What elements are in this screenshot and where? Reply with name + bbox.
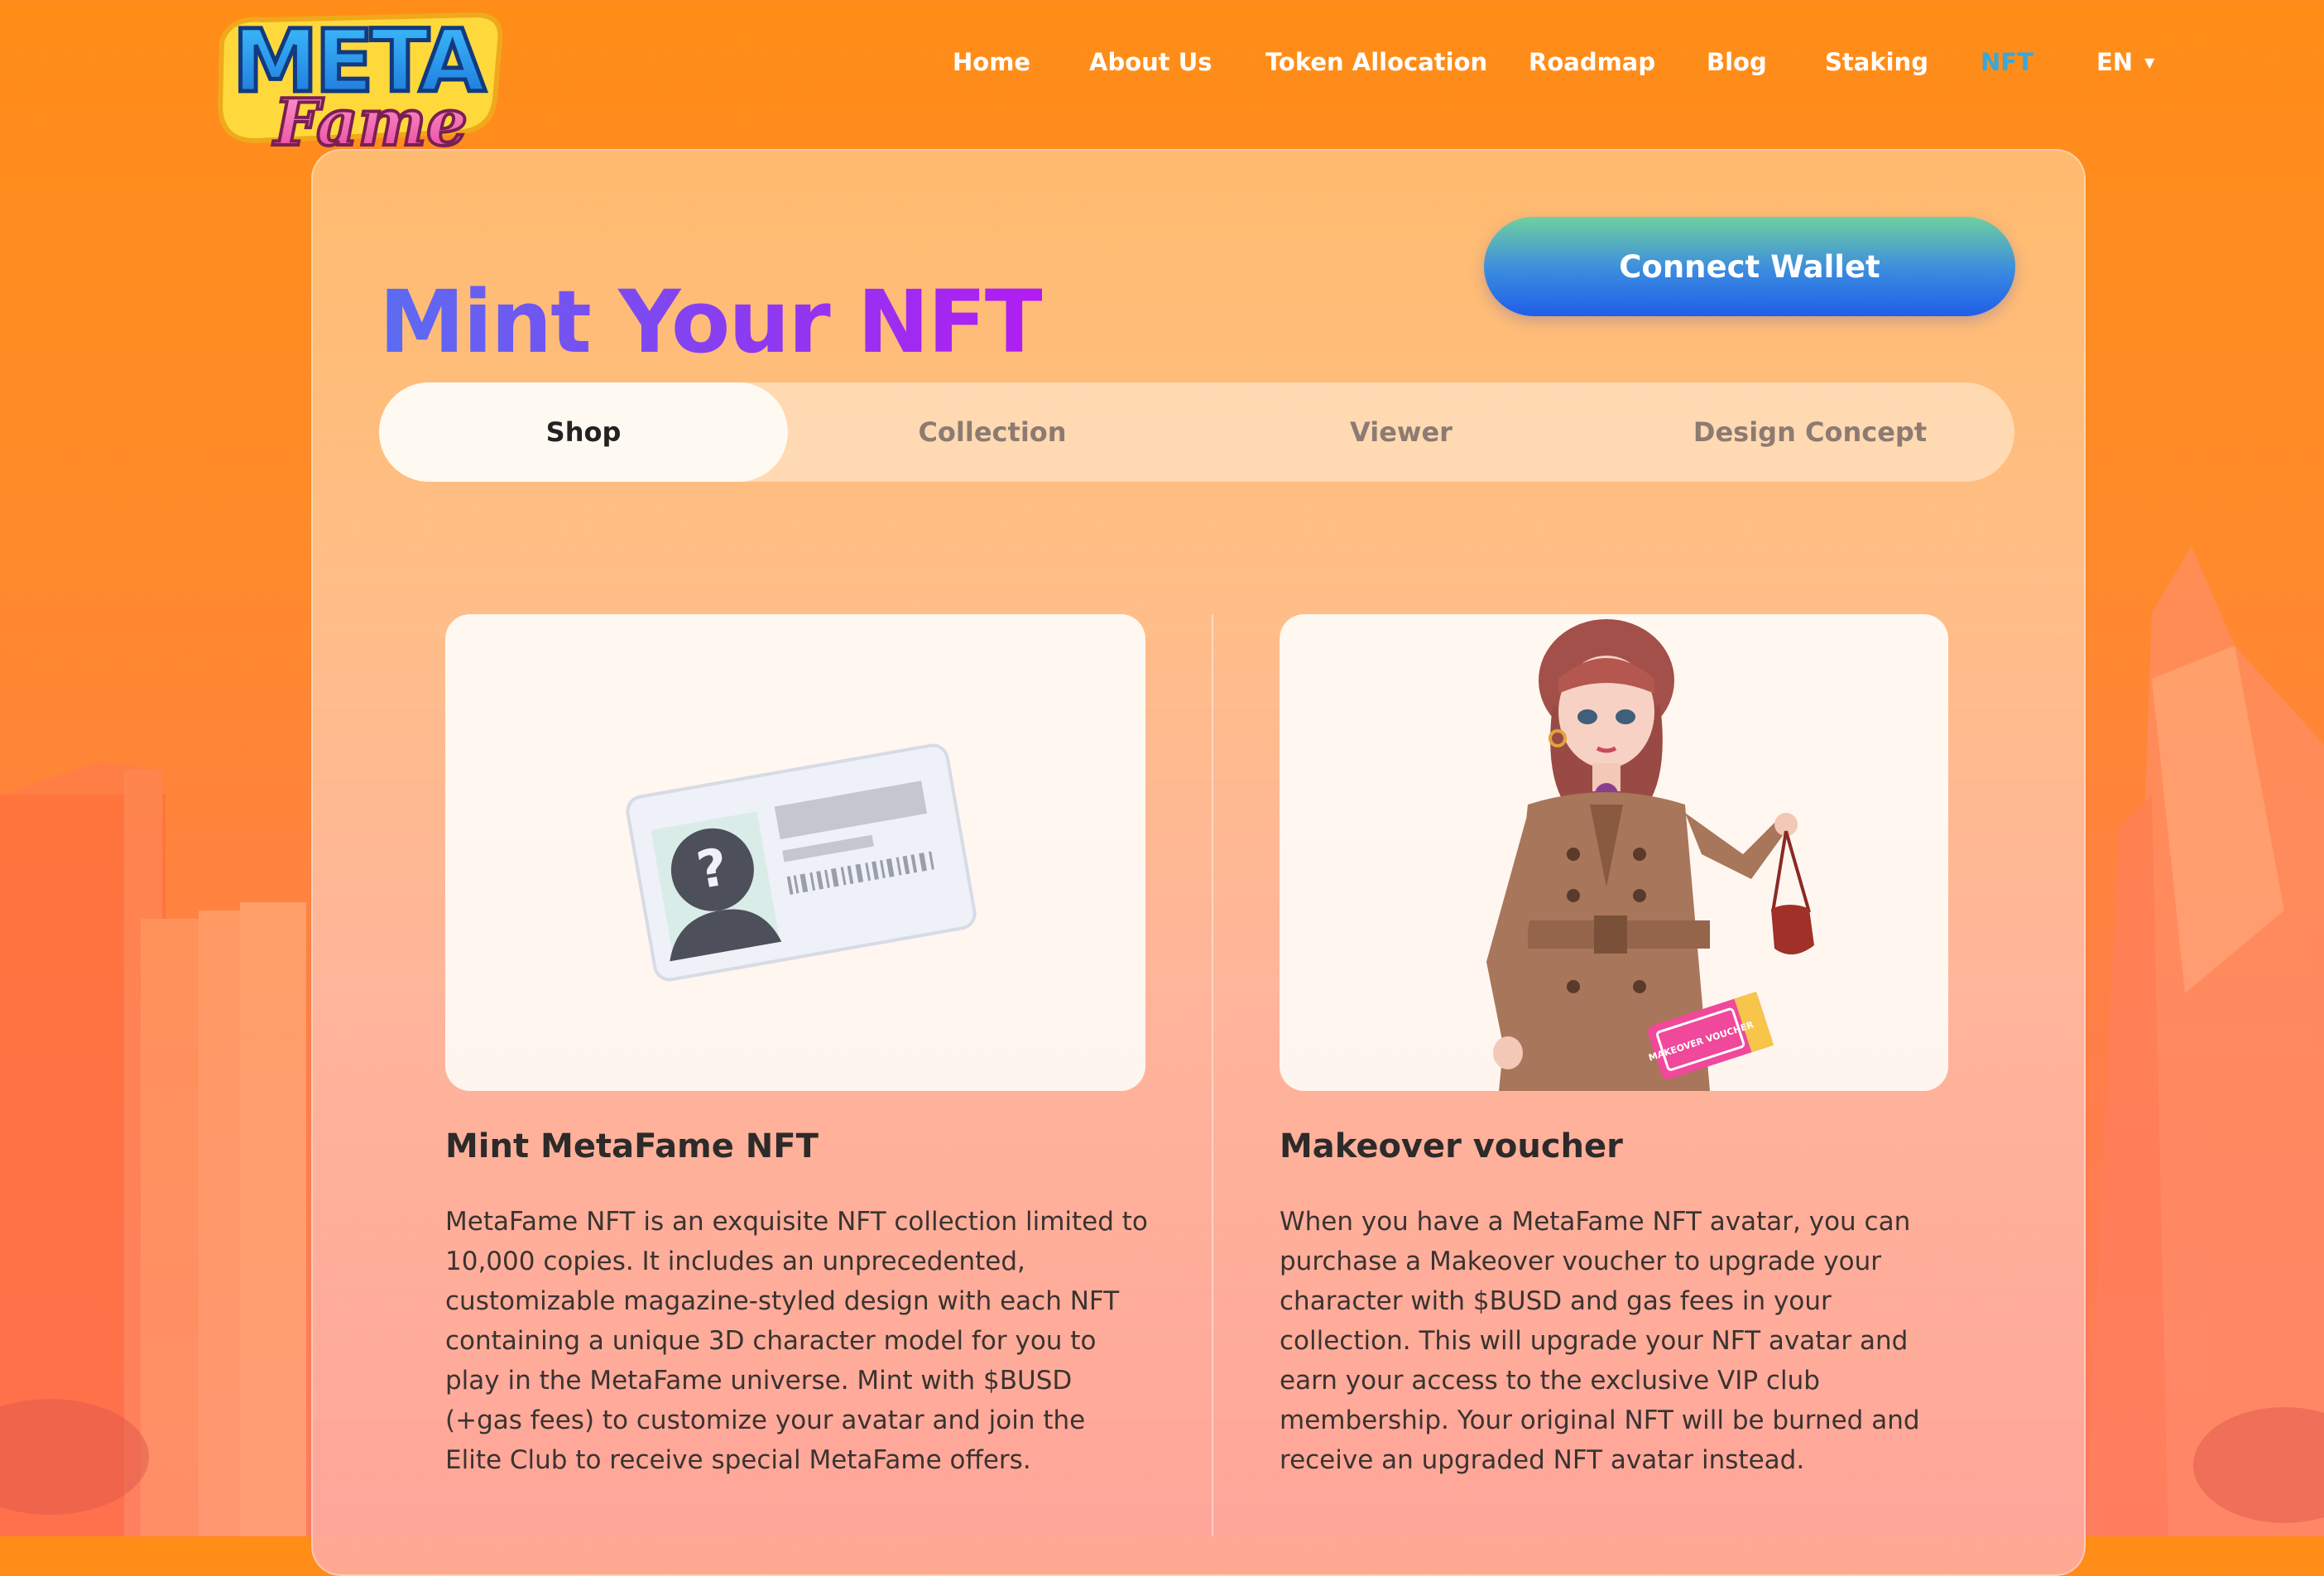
nav-about-us[interactable]: About Us xyxy=(1089,48,1212,76)
nav-blog[interactable]: Blog xyxy=(1707,48,1767,76)
connect-wallet-button[interactable]: Connect Wallet xyxy=(1484,217,2015,316)
tab-collection[interactable]: Collection xyxy=(788,382,1197,482)
tab-bar: Shop Collection Viewer Design Concept xyxy=(379,382,2014,482)
makeover-voucher-image[interactable]: MAKEOVER VOUCHER xyxy=(1280,614,1948,1091)
product-title: Makeover voucher xyxy=(1280,1127,1623,1165)
product-title: Mint MetaFame NFT xyxy=(445,1127,819,1165)
mint-nft-image[interactable]: ? xyxy=(445,614,1145,1091)
mystery-id-card-icon: ? xyxy=(626,743,977,982)
nav-token-allocation[interactable]: Token Allocation xyxy=(1265,48,1487,76)
tab-design-concept[interactable]: Design Concept xyxy=(1606,382,2014,482)
top-navigation: Home About Us Token Allocation Roadmap B… xyxy=(0,48,2324,98)
product-description: MetaFame NFT is an exquisite NFT collect… xyxy=(445,1207,1148,1475)
product-divider xyxy=(1212,614,1213,1536)
tab-viewer[interactable]: Viewer xyxy=(1197,382,1606,482)
language-label: EN xyxy=(2096,48,2134,76)
nav-home[interactable]: Home xyxy=(953,48,1030,76)
avatar-character-illustration: MAKEOVER VOUCHER xyxy=(1486,619,1814,1091)
chevron-down-icon: ▼ xyxy=(2144,55,2155,70)
language-selector[interactable]: EN ▼ xyxy=(2096,48,2154,76)
nav-nft[interactable]: NFT xyxy=(1981,48,2034,76)
page-title: Mint Your NFT xyxy=(379,271,1044,372)
nav-roadmap[interactable]: Roadmap xyxy=(1529,48,1655,76)
product-description: When you have a MetaFame NFT avatar, you… xyxy=(1280,1207,1920,1475)
tab-shop[interactable]: Shop xyxy=(379,382,788,482)
nav-staking[interactable]: Staking xyxy=(1825,48,1928,76)
